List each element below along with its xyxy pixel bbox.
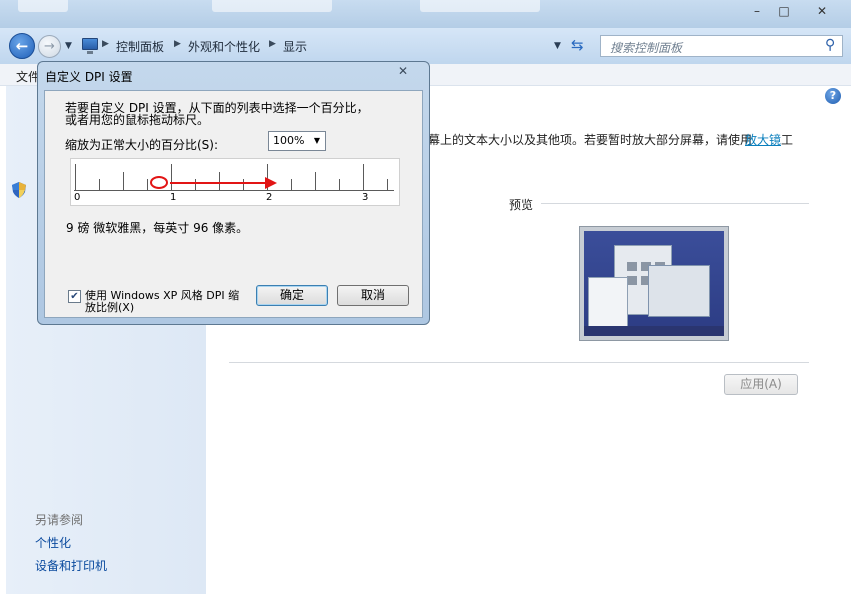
preview-image — [579, 226, 729, 341]
close-window-button[interactable]: ✕ — [813, 4, 831, 18]
preview-divider — [541, 203, 809, 204]
annotation-arrow — [170, 182, 267, 184]
display-description-tail: 工 — [781, 133, 794, 147]
ruler-label-1: 1 — [170, 192, 177, 203]
chevron-right-icon[interactable]: ▶ — [269, 39, 276, 49]
annotation-arrowhead — [265, 177, 277, 189]
section-divider — [229, 362, 809, 363]
ruler-label-3: 3 — [362, 192, 369, 203]
see-also-heading: 另请参阅 — [35, 513, 84, 527]
dialog-close-button[interactable]: ✕ — [388, 63, 418, 79]
chevron-right-icon[interactable]: ▶ — [174, 39, 181, 49]
ok-button[interactable]: 确定 — [256, 285, 328, 306]
scale-percentage-value: 100% — [273, 134, 305, 147]
ruler-tick — [99, 179, 100, 191]
annotation-circle — [150, 176, 168, 189]
xp-scaling-label[interactable]: 放比例(X) — [85, 299, 134, 315]
preview-window — [588, 277, 628, 333]
cancel-button[interactable]: 取消 — [337, 285, 409, 306]
chevron-down-icon[interactable]: ▼ — [314, 132, 320, 150]
address-dropdown[interactable]: ▼ — [554, 41, 561, 51]
breadcrumb-control-panel[interactable]: 控制面板 — [116, 38, 164, 55]
blurred-tab — [212, 0, 332, 12]
ruler-tick — [243, 179, 244, 191]
display-description: 幕上的文本大小以及其他项。若要暂时放大部分屏幕，请使用 — [428, 133, 753, 147]
ruler-baseline — [74, 190, 394, 191]
breadcrumb-display[interactable]: 显示 — [283, 38, 307, 55]
chevron-right-icon[interactable]: ▶ — [102, 39, 109, 49]
custom-dpi-dialog: 自定义 DPI 设置 ✕ 若要自定义 DPI 设置，从下面的列表中选择一个百分比… — [37, 61, 430, 325]
breadcrumb-appearance[interactable]: 外观和个性化 — [188, 38, 260, 55]
control-panel-icon — [82, 38, 98, 54]
ruler-tick — [195, 179, 196, 191]
apply-button[interactable]: 应用(A) — [724, 374, 798, 395]
link-devices-printers[interactable]: 设备和打印机 — [35, 557, 107, 574]
ruler-tick — [315, 172, 316, 191]
dialog-instruction: 或者用您的鼠标拖动标尺。 — [65, 113, 210, 127]
preview-taskbar — [584, 326, 724, 336]
link-personalization[interactable]: 个性化 — [35, 534, 71, 551]
search-placeholder: 搜索控制面板 — [610, 41, 683, 55]
search-input[interactable]: 搜索控制面板 ⚲ — [600, 35, 843, 57]
blurred-tab — [18, 0, 68, 12]
help-icon[interactable]: ? — [825, 88, 841, 104]
ruler-tick — [171, 164, 172, 191]
recent-pages-dropdown[interactable]: ▼ — [65, 41, 72, 51]
blurred-tab — [420, 0, 540, 12]
ruler-label-0: 0 — [74, 192, 81, 203]
window-titlebar: – □ ✕ — [0, 0, 851, 28]
maximize-button[interactable]: □ — [775, 4, 793, 18]
preview-desktop — [584, 231, 724, 336]
forward-button[interactable]: → — [38, 35, 61, 58]
ruler-tick — [387, 179, 388, 191]
search-icon[interactable]: ⚲ — [825, 37, 835, 53]
uac-shield-icon — [12, 182, 26, 198]
ruler-tick — [339, 179, 340, 191]
ruler-tick — [123, 172, 124, 191]
dpi-ruler[interactable]: 0 1 2 3 — [70, 158, 400, 206]
font-info: 9 磅 微软雅黑，每英寸 96 像素。 — [66, 221, 249, 235]
scale-label: 缩放为正常大小的百分比(S): — [65, 138, 219, 152]
refresh-icon[interactable]: ⇆ — [571, 36, 584, 54]
ruler-tick — [147, 179, 148, 191]
preview-window — [648, 265, 710, 317]
ruler-tick — [291, 179, 292, 191]
ruler-tick — [363, 164, 364, 191]
dialog-title: 自定义 DPI 设置 — [45, 70, 133, 84]
dialog-body: 若要自定义 DPI 设置，从下面的列表中选择一个百分比， 或者用您的鼠标拖动标尺… — [44, 90, 423, 318]
ruler-tick — [75, 164, 76, 191]
preview-heading: 预览 — [509, 198, 534, 212]
breadcrumb[interactable]: ▶ 控制面板 ▶ 外观和个性化 ▶ 显示 — [78, 35, 568, 57]
minimize-button[interactable]: – — [748, 4, 766, 18]
scale-percentage-select[interactable]: 100% ▼ — [268, 131, 326, 151]
back-button[interactable]: ← — [9, 33, 35, 59]
xp-scaling-checkbox[interactable]: ✔ — [68, 290, 81, 303]
magnifier-link[interactable]: 放大镜 — [745, 131, 781, 148]
ruler-label-2: 2 — [266, 192, 273, 203]
